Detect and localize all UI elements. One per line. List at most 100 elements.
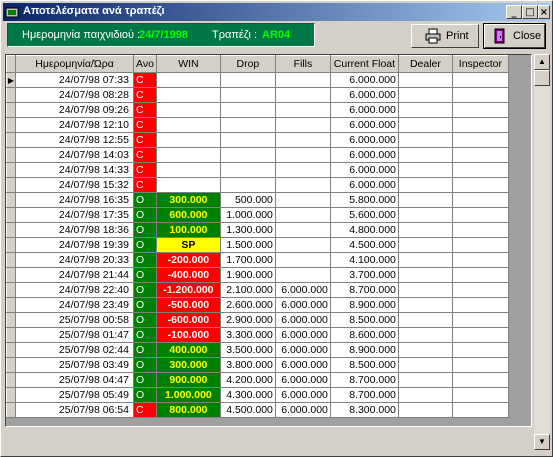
cell-win[interactable]: 1.000.000 [155,387,221,403]
cell-fills[interactable] [274,102,331,118]
cell-datetime[interactable]: 24/07/98 18:36 [15,222,134,238]
cell-drop[interactable]: 2.900.000 [219,312,276,328]
close-window-button[interactable]: × [538,5,550,19]
cell-win[interactable]: -100.000 [155,327,221,343]
cell-current-float[interactable]: 4.500.000 [329,237,399,253]
table-row[interactable]: 24/07/98 19:39 O SP 1.500.000 4.500.000 [6,237,509,253]
cell-fills[interactable]: 6.000.000 [274,327,331,343]
table-row[interactable]: 24/07/98 16:35 O 300.000 500.000 5.800.000 [6,192,509,208]
row-indicator[interactable] [6,312,16,328]
cell-drop[interactable]: 1.700.000 [219,252,276,268]
cell-win[interactable]: 900.000 [155,372,221,388]
cell-inspector[interactable] [451,342,509,358]
cell-fills[interactable]: 6.000.000 [274,282,331,298]
cell-status[interactable]: C [133,402,157,418]
cell-current-float[interactable]: 8.700.000 [329,282,399,298]
cell-dealer[interactable] [397,222,453,238]
row-indicator[interactable] [6,372,16,388]
cell-datetime[interactable]: 25/07/98 03:49 [15,357,134,373]
cell-inspector[interactable] [451,357,509,373]
row-indicator[interactable] [6,102,16,118]
table-row[interactable]: 25/07/98 02:44 O 400.000 3.500.000 6.000.000… [6,342,509,358]
cell-fills[interactable] [274,117,331,133]
row-indicator[interactable] [6,132,16,148]
table-row[interactable]: 24/07/98 23:49 O -500.000 2.600.000 6.000.00… [6,297,509,313]
cell-win[interactable]: 600.000 [155,207,221,223]
cell-dealer[interactable] [397,132,453,148]
cell-fills[interactable]: 6.000.000 [274,372,331,388]
cell-fills[interactable]: 6.000.000 [274,312,331,328]
cell-status[interactable]: O [133,297,157,313]
cell-inspector[interactable] [451,207,509,223]
cell-datetime[interactable]: 24/07/98 12:10 [15,117,134,133]
cell-status[interactable]: C [133,177,157,193]
table-row[interactable]: 25/07/98 05:49 O 1.000.000 4.300.000 6.000.0… [6,387,509,403]
col-header-current-float[interactable]: Current Float [329,55,399,73]
cell-drop[interactable]: 3.800.000 [219,357,276,373]
row-indicator[interactable] [6,387,16,403]
col-header-dealer[interactable]: Dealer [397,55,453,73]
cell-status[interactable]: O [133,192,157,208]
cell-inspector[interactable] [451,72,509,88]
cell-status[interactable]: C [133,102,157,118]
cell-win[interactable]: 100.000 [155,222,221,238]
col-header-status[interactable]: Ανο [133,55,157,73]
cell-inspector[interactable] [451,327,509,343]
cell-status[interactable]: O [133,252,157,268]
cell-win[interactable]: -600.000 [155,312,221,328]
row-indicator[interactable] [6,162,16,178]
cell-current-float[interactable]: 6.000.000 [329,177,399,193]
cell-win[interactable]: -500.000 [155,297,221,313]
cell-win[interactable] [155,177,221,193]
cell-dealer[interactable] [397,207,453,223]
cell-current-float[interactable]: 8.300.000 [329,402,399,418]
cell-current-float[interactable]: 6.000.000 [329,102,399,118]
row-indicator[interactable] [6,207,16,223]
row-indicator[interactable] [6,222,16,238]
row-indicator[interactable] [6,177,16,193]
cell-current-float[interactable]: 8.500.000 [329,357,399,373]
cell-inspector[interactable] [451,177,509,193]
cell-dealer[interactable] [397,72,453,88]
table-row[interactable]: 24/07/98 14:33 C 6.000.000 [6,162,509,178]
cell-dealer[interactable] [397,357,453,373]
cell-dealer[interactable] [397,147,453,163]
cell-inspector[interactable] [451,372,509,388]
row-indicator[interactable] [6,147,16,163]
cell-inspector[interactable] [451,162,509,178]
print-button[interactable]: Print [411,24,479,48]
cell-fills[interactable]: 6.000.000 [274,342,331,358]
cell-drop[interactable]: 2.600.000 [219,297,276,313]
cell-datetime[interactable]: 24/07/98 14:03 [15,147,134,163]
table-row[interactable]: 24/07/98 15:32 C 6.000.000 [6,177,509,193]
cell-dealer[interactable] [397,252,453,268]
row-indicator[interactable]: ▶ [6,72,16,88]
scroll-down-button[interactable]: ▼ [534,434,550,450]
cell-current-float[interactable]: 6.000.000 [329,132,399,148]
cell-datetime[interactable]: 25/07/98 00:58 [15,312,134,328]
table-row[interactable]: 24/07/98 12:10 C 6.000.000 [6,117,509,133]
cell-dealer[interactable] [397,342,453,358]
cell-drop[interactable]: 3.500.000 [219,342,276,358]
table-row[interactable]: 25/07/98 01:47 O -100.000 3.300.000 6.000.00… [6,327,509,343]
cell-dealer[interactable] [397,387,453,403]
cell-win[interactable] [155,87,221,103]
cell-status[interactable]: C [133,87,157,103]
table-row[interactable]: 24/07/98 18:36 O 100.000 1.300.000 4.800.000 [6,222,509,238]
cell-inspector[interactable] [451,402,509,418]
cell-win[interactable]: 400.000 [155,342,221,358]
cell-datetime[interactable]: 24/07/98 15:32 [15,177,134,193]
cell-fills[interactable]: 6.000.000 [274,357,331,373]
cell-win[interactable] [155,147,221,163]
cell-win[interactable]: -1.200.000 [155,282,221,298]
cell-current-float[interactable]: 6.000.000 [329,162,399,178]
cell-current-float[interactable]: 4.800.000 [329,222,399,238]
cell-datetime[interactable]: 25/07/98 01:47 [15,327,134,343]
cell-dealer[interactable] [397,192,453,208]
cell-current-float[interactable]: 6.000.000 [329,72,399,88]
cell-dealer[interactable] [397,312,453,328]
cell-dealer[interactable] [397,102,453,118]
cell-status[interactable]: O [133,372,157,388]
cell-inspector[interactable] [451,282,509,298]
cell-datetime[interactable]: 25/07/98 02:44 [15,342,134,358]
